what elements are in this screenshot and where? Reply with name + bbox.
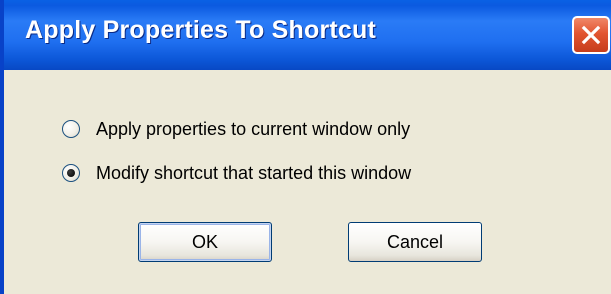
window-title: Apply Properties To Shortcut [25, 16, 376, 44]
close-icon [581, 25, 601, 45]
option-current-window[interactable]: Apply properties to current window only [62, 116, 410, 142]
option-modify-shortcut-label[interactable]: Modify shortcut that started this window [96, 163, 411, 184]
ok-button[interactable]: OK [138, 222, 272, 262]
cancel-button[interactable]: Cancel [348, 222, 482, 262]
option-modify-shortcut[interactable]: Modify shortcut that started this window [62, 160, 411, 186]
title-bar[interactable]: Apply Properties To Shortcut [4, 0, 611, 70]
dialog-window: Apply Properties To Shortcut Apply prope… [0, 0, 611, 294]
close-button[interactable] [572, 16, 610, 54]
radio-current-window[interactable] [62, 120, 80, 138]
radio-modify-shortcut[interactable] [62, 164, 80, 182]
option-current-window-label[interactable]: Apply properties to current window only [96, 119, 410, 140]
